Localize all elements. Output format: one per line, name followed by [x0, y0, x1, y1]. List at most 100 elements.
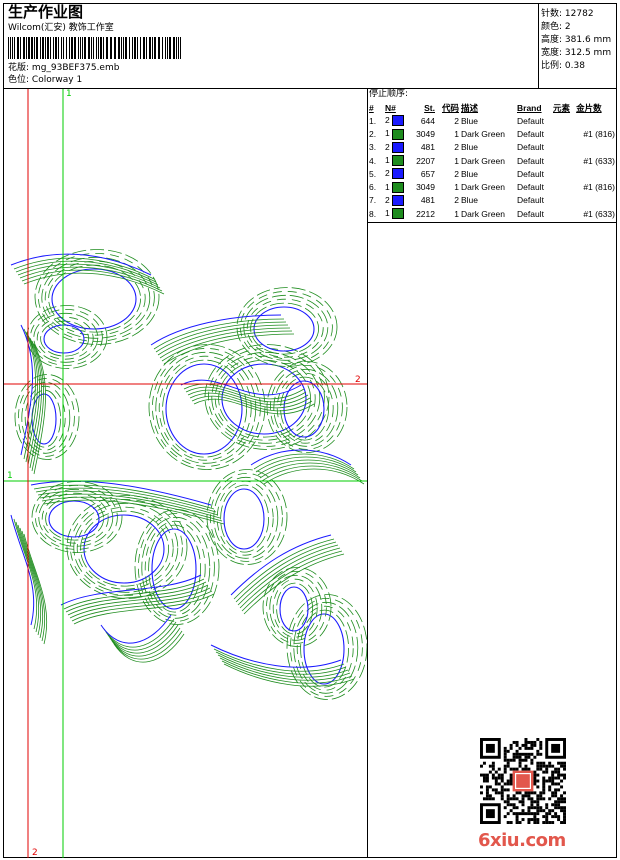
qr-module — [536, 794, 540, 798]
qr-module — [494, 779, 498, 783]
height-label: 高度: — [541, 35, 563, 45]
design-label: 花版: — [8, 63, 30, 73]
barcode-bar — [34, 37, 35, 59]
qr-module — [503, 788, 507, 792]
qr-module — [527, 797, 531, 801]
sequin-count: #1 (816) — [583, 182, 615, 193]
qr-module — [533, 770, 537, 774]
col-header: 金片数 — [576, 102, 602, 113]
qr-module — [515, 755, 519, 759]
qr-module — [539, 764, 543, 768]
qr-module — [500, 773, 504, 777]
color-swatch — [392, 115, 405, 127]
barcode-bar — [78, 37, 79, 59]
qr-module — [527, 812, 531, 816]
qr-module — [545, 812, 549, 816]
row-number: 2. — [369, 128, 377, 139]
qr-module — [518, 812, 522, 816]
color-description: Blue — [461, 115, 479, 126]
qr-module — [530, 761, 534, 765]
qr-module — [480, 773, 483, 777]
col-header: St. — [424, 102, 435, 113]
barcode-bar — [84, 37, 86, 59]
qr-module — [560, 797, 564, 801]
table-row: 6. 1 3049 1 Dark Green Default #1 (816) — [368, 180, 616, 193]
qr-module — [494, 770, 498, 774]
qr-module — [563, 800, 566, 804]
qr-module — [533, 806, 537, 810]
qr-module — [548, 812, 552, 816]
qr-module — [533, 818, 537, 822]
green-strand — [263, 468, 365, 485]
qr-module — [539, 767, 543, 771]
green-fill-stroke — [250, 302, 320, 355]
col-header: N# — [385, 102, 396, 113]
row-number: 7. — [369, 195, 377, 206]
qr-module — [539, 743, 543, 747]
green-strand — [153, 318, 285, 350]
stitch-count: 481 — [420, 195, 435, 206]
color-swatch — [392, 208, 405, 220]
qr-module — [506, 788, 510, 792]
colors-label: 颜色: — [541, 22, 563, 32]
qr-module — [551, 764, 555, 768]
qr-module — [560, 764, 564, 768]
qr-module — [488, 770, 492, 774]
qr-module — [536, 785, 540, 789]
barcode-bar — [167, 37, 168, 59]
stitch-count: 3049 — [416, 128, 435, 139]
qr-module — [527, 752, 531, 756]
qr-module — [545, 764, 549, 768]
colorway-label: 色位: — [8, 75, 30, 85]
green-strand — [253, 453, 355, 470]
qr-module — [554, 815, 558, 819]
green-fill-stroke — [209, 472, 283, 562]
needle-number: 1 — [385, 208, 390, 219]
green-fill-stroke — [155, 351, 257, 464]
qr-module — [485, 779, 489, 783]
qr-module — [551, 779, 555, 783]
table-row: 7. 2 481 2 Blue Default — [368, 194, 616, 207]
qr-module — [551, 815, 555, 819]
row-number: 8. — [369, 208, 377, 219]
qr-module — [509, 821, 513, 824]
qr-finder-core — [485, 809, 495, 819]
qr-finder-core — [551, 743, 561, 753]
qr-module — [512, 758, 516, 762]
qr-module — [527, 794, 531, 798]
qr-module — [548, 779, 552, 783]
qr-module — [542, 782, 546, 786]
colors-row: 颜色: 2 — [541, 19, 617, 32]
qr-module — [497, 791, 501, 795]
qr-module — [545, 821, 549, 824]
qr-module — [509, 746, 513, 750]
qr-module — [536, 821, 540, 824]
needle-cell: 1 — [384, 207, 412, 220]
qr-module — [563, 809, 566, 813]
qr-module — [506, 779, 510, 783]
qr-module — [503, 806, 507, 810]
qr-module — [515, 821, 519, 824]
qr-module — [506, 749, 510, 753]
qr-module — [551, 770, 555, 774]
qr-module — [560, 779, 564, 783]
qr-module — [533, 800, 537, 804]
element — [552, 154, 575, 167]
qr-module — [524, 740, 528, 744]
qr-module — [548, 809, 552, 813]
qr-module — [539, 746, 543, 750]
green-strand — [257, 459, 359, 476]
qr-module — [515, 749, 519, 753]
qr-finder-core — [485, 743, 495, 753]
qr-module — [551, 803, 555, 807]
qr-module — [536, 779, 540, 783]
qr-module — [539, 761, 543, 765]
qr-module — [485, 797, 489, 801]
row-number: 5. — [369, 168, 377, 179]
brand: Default — [517, 115, 544, 126]
qr-module — [560, 785, 564, 789]
qr-module — [557, 797, 561, 801]
barcode-bar — [152, 37, 153, 59]
color-code: 1 — [454, 155, 459, 166]
qr-module — [545, 779, 549, 783]
